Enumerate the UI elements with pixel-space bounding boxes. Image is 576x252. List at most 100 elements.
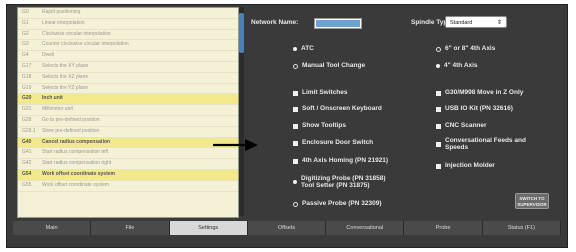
- limit-switches-option[interactable]: Limit Switches: [293, 89, 348, 96]
- conversational-line2: Speeds: [445, 144, 469, 151]
- tab-probe[interactable]: Probe: [404, 221, 483, 235]
- axis-4-radio[interactable]: [436, 64, 440, 68]
- tab-conversational[interactable]: Conversational: [326, 221, 405, 235]
- list-item[interactable]: G28.1 Store pre-defined position: [18, 127, 238, 138]
- axis-6-8-option[interactable]: 6" or 8" 4th Axis: [436, 45, 495, 52]
- cnc-scanner-option[interactable]: CNC Scanner: [436, 122, 487, 129]
- injection-molder-option[interactable]: Injection Molder: [436, 162, 495, 169]
- manual-tool-change-radio[interactable]: [293, 64, 298, 69]
- conversational-checkbox[interactable]: [436, 142, 441, 147]
- gcode-description: Millimeter unit: [42, 106, 73, 113]
- soft-keyboard-checkbox[interactable]: [293, 106, 298, 112]
- list-item[interactable]: G28 Go to pre-defined position: [18, 116, 238, 127]
- usb-io-label: USB IO Kit (PN 32616): [445, 105, 513, 112]
- gcode-code: G2: [22, 30, 29, 37]
- gcode-list[interactable]: G0 Rapid positioning G1 Linear interpolatio…: [17, 7, 239, 218]
- list-item[interactable]: G21 Millimeter unit: [18, 105, 238, 116]
- list-item[interactable]: G19 Selects the YZ plane: [18, 84, 238, 95]
- network-name-input[interactable]: [314, 18, 362, 29]
- passive-probe-label: Passive Probe (PN 32309): [302, 200, 382, 207]
- show-tooltips-checkbox[interactable]: [293, 123, 298, 129]
- usb-io-option[interactable]: USB IO Kit (PN 32616): [436, 105, 513, 112]
- axis-homing-label: 4th Axis Homing (PN 21921): [302, 157, 389, 164]
- gcode-code: G21: [22, 106, 32, 113]
- list-item[interactable]: G1 Linear interpolation: [18, 19, 238, 30]
- g30-move-checkbox[interactable]: [436, 90, 441, 96]
- cnc-scanner-checkbox[interactable]: [436, 123, 441, 129]
- select-updown-icon: ⇕: [496, 20, 502, 26]
- list-item[interactable]: G0 Rapid positioning: [18, 8, 238, 19]
- usb-io-checkbox[interactable]: [436, 106, 441, 112]
- settings-panel: Network Name: Spindle Type: Standard ⇕ A…: [247, 7, 565, 221]
- gcode-description: Rapid positioning: [42, 9, 81, 15]
- digitizing-probe-line1: Digitizing Probe (PN 31858): [301, 175, 386, 182]
- gcode-description: Go to pre-defined position: [42, 116, 100, 123]
- gcode-description: Clockwise circular interpolation: [42, 30, 111, 37]
- digitizing-probe-radio[interactable]: [293, 180, 297, 184]
- network-name-selection: [316, 20, 360, 27]
- gcode-description: Start radius compensation left: [42, 149, 109, 156]
- gcode-list-scrollbar[interactable]: [239, 7, 244, 216]
- soft-keyboard-label: Soft / Onscreen Keyboard: [302, 105, 382, 112]
- list-item[interactable]: G40 Cancel radius compensation: [18, 137, 238, 149]
- gcode-description: Linear interpolation: [42, 19, 85, 26]
- list-item[interactable]: G54 Work offset coordinate system: [18, 169, 238, 181]
- digitizing-probe-label: Digitizing Probe (PN 31858) Tool Setter …: [301, 175, 386, 189]
- gcode-description: Selects the XY plane: [42, 62, 89, 69]
- network-name-label: Network Name:: [251, 19, 299, 26]
- list-item[interactable]: G18 Selects the XZ plane: [18, 73, 238, 84]
- gcode-code: G28.1: [22, 127, 36, 134]
- scrollbar-thumb[interactable]: [239, 13, 244, 53]
- spindle-type-select[interactable]: Standard ⇕: [445, 16, 507, 28]
- tab-settings[interactable]: Settings: [169, 221, 248, 235]
- atc-option[interactable]: ATC: [293, 45, 314, 52]
- digitizing-probe-option[interactable]: Digitizing Probe (PN 31858) Tool Setter …: [293, 175, 386, 189]
- gcode-code: G17: [22, 62, 32, 69]
- tab-bar: Main File Settings Offsets Conversational Pro…: [13, 221, 561, 235]
- list-item[interactable]: G17 Selects the XY plane: [18, 62, 238, 73]
- gcode-code: G28: [22, 116, 32, 123]
- gcode-code: G55: [22, 181, 32, 188]
- axis-4-option[interactable]: 4" 4th Axis: [436, 62, 478, 69]
- passive-probe-option[interactable]: Passive Probe (PN 32309): [293, 200, 382, 207]
- tab-offsets[interactable]: Offsets: [247, 221, 327, 235]
- list-item[interactable]: G42 Start radius compensation right: [18, 159, 238, 170]
- show-tooltips-label: Show Tooltips: [302, 122, 346, 129]
- enclosure-door-switch-label: Enclosure Door Switch: [302, 139, 374, 146]
- manual-tool-change-option[interactable]: Manual Tool Change: [293, 62, 365, 69]
- list-item[interactable]: G41 Start radius compensation left: [18, 148, 238, 160]
- switch-to-supervisor-button[interactable]: SWITCH TO SUPERVISOR: [515, 193, 549, 209]
- gcode-code: G41: [22, 149, 32, 156]
- passive-probe-radio[interactable]: [293, 202, 298, 207]
- gcode-code: G20: [22, 95, 32, 102]
- gcode-code: G3: [22, 41, 29, 48]
- gcode-description: Inch unit: [42, 95, 63, 102]
- list-item[interactable]: G4 Dwell: [18, 51, 238, 62]
- limit-switches-checkbox[interactable]: [293, 90, 298, 96]
- conversational-option[interactable]: Conversational Feeds and Speeds: [436, 137, 526, 151]
- axis-6-8-radio[interactable]: [436, 47, 441, 52]
- enclosure-door-switch-option[interactable]: Enclosure Door Switch: [293, 139, 373, 146]
- switch-button-line2: SUPERVISOR: [517, 202, 547, 207]
- show-tooltips-option[interactable]: Show Tooltips: [293, 122, 346, 129]
- gcode-description: Dwell: [42, 52, 55, 59]
- gcode-description: Cancel radius compensation: [42, 138, 111, 145]
- g30-move-option[interactable]: G30/M998 Move in Z Only: [436, 89, 523, 96]
- list-item[interactable]: G20 Inch unit: [18, 94, 238, 106]
- injection-molder-checkbox[interactable]: [436, 163, 441, 169]
- list-item[interactable]: G3 Counter clockwise circular interpolati…: [18, 40, 238, 52]
- limit-switches-label: Limit Switches: [302, 89, 348, 96]
- manual-tool-change-label: Manual Tool Change: [302, 62, 366, 69]
- axis-homing-option[interactable]: 4th Axis Homing (PN 21921): [293, 157, 388, 164]
- soft-keyboard-option[interactable]: Soft / Onscreen Keyboard: [293, 105, 382, 112]
- list-item[interactable]: G55 Work offset coordinate system: [18, 181, 238, 192]
- cnc-scanner-label: CNC Scanner: [445, 122, 487, 129]
- gcode-description: Store pre-defined position: [42, 127, 100, 134]
- list-item[interactable]: G2 Clockwise circular interpolation: [18, 30, 238, 41]
- tab-file[interactable]: File: [91, 221, 170, 235]
- atc-radio[interactable]: [293, 47, 297, 51]
- tab-status-f1[interactable]: Status (F1): [482, 221, 561, 235]
- axis-homing-checkbox[interactable]: [293, 158, 298, 164]
- enclosure-door-switch-checkbox[interactable]: [293, 140, 298, 146]
- tab-main[interactable]: Main: [13, 221, 92, 235]
